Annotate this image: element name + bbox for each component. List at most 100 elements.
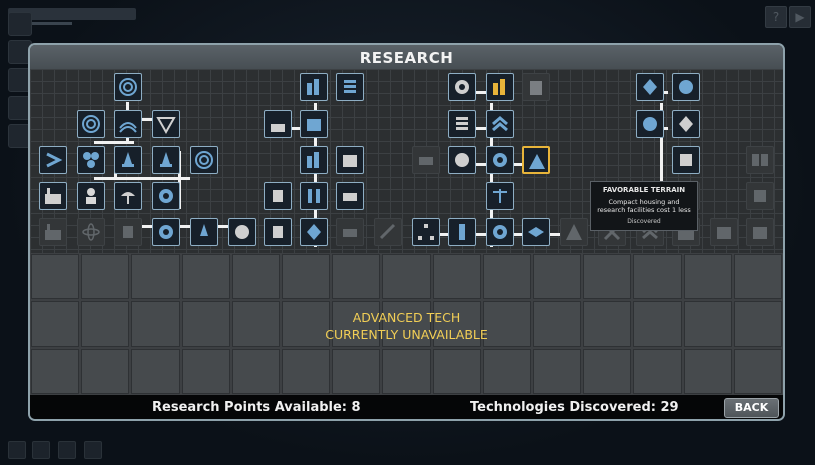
tech-node[interactable] <box>522 218 550 246</box>
tech-node[interactable] <box>300 110 328 138</box>
tech-node[interactable] <box>636 73 664 101</box>
tech-node[interactable] <box>448 110 476 138</box>
tech-node[interactable] <box>152 110 180 138</box>
panel-title: RESEARCH <box>30 45 783 69</box>
tech-node[interactable] <box>77 182 105 210</box>
play-icon[interactable]: ▶ <box>789 6 811 28</box>
tech-node[interactable] <box>448 73 476 101</box>
tech-node[interactable] <box>264 182 292 210</box>
tech-node[interactable] <box>412 146 440 174</box>
tech-node[interactable] <box>300 182 328 210</box>
back-button[interactable]: BACK <box>724 398 779 418</box>
empty-tech-slot <box>31 348 80 394</box>
tech-node[interactable] <box>374 218 402 246</box>
empty-tech-slot <box>81 348 130 394</box>
tech-node[interactable] <box>77 146 105 174</box>
factory-icon <box>45 224 61 240</box>
help-icon[interactable]: ? <box>765 6 787 28</box>
tech-node[interactable] <box>336 146 364 174</box>
mountain-icon <box>529 154 545 169</box>
tech-node[interactable] <box>190 218 218 246</box>
tech-node[interactable] <box>39 146 67 174</box>
tech-node[interactable] <box>486 218 514 246</box>
tech-node[interactable] <box>228 218 256 246</box>
tech-tooltip: FAVORABLE TERRAIN Compact housing and re… <box>590 181 698 231</box>
tech-node[interactable] <box>560 218 588 246</box>
rocket-icon <box>160 152 172 167</box>
tech-node[interactable] <box>264 218 292 246</box>
tech-node[interactable] <box>39 182 67 210</box>
empty-tech-slot <box>382 254 431 300</box>
tech-node[interactable] <box>710 218 738 246</box>
tech-node[interactable] <box>522 73 550 101</box>
tech-node[interactable] <box>486 146 514 174</box>
crystal-icon <box>680 154 692 166</box>
tech-node[interactable] <box>672 146 700 174</box>
tech-node[interactable] <box>746 146 774 174</box>
toolbar-button[interactable] <box>58 441 76 459</box>
side-menu-button[interactable] <box>8 12 32 36</box>
tech-node[interactable] <box>336 73 364 101</box>
toolbar-button[interactable] <box>84 441 102 459</box>
empty-tech-slot <box>733 348 782 394</box>
tech-node[interactable] <box>672 110 700 138</box>
empty-tech-slot <box>282 348 331 394</box>
tech-node[interactable] <box>114 73 142 101</box>
tech-node[interactable] <box>448 218 476 246</box>
empty-tech-slot <box>382 348 431 394</box>
tech-node[interactable] <box>152 146 180 174</box>
tech-node[interactable] <box>636 110 664 138</box>
tech-node[interactable] <box>114 218 142 246</box>
box-icon <box>717 227 731 239</box>
tech-node[interactable] <box>300 146 328 174</box>
tech-node[interactable] <box>448 146 476 174</box>
tech-node[interactable] <box>264 110 292 138</box>
city-icon <box>307 152 319 168</box>
tech-node[interactable] <box>152 182 180 210</box>
gear-icon <box>159 225 173 239</box>
empty-tech-slot <box>683 254 732 300</box>
tech-node[interactable] <box>190 146 218 174</box>
crystal-icon <box>307 224 321 240</box>
empty-tech-slot <box>633 254 682 300</box>
empty-tech-slot <box>131 348 180 394</box>
tech-node[interactable] <box>486 110 514 138</box>
tech-node[interactable] <box>300 218 328 246</box>
box-icon <box>754 190 766 202</box>
tech-node[interactable] <box>114 110 142 138</box>
tech-node[interactable] <box>486 182 514 210</box>
empty-tech-slot <box>231 348 280 394</box>
tech-node[interactable] <box>77 218 105 246</box>
empty-tech-slot <box>482 348 531 394</box>
crystal-icon <box>679 80 693 94</box>
tech-node[interactable] <box>114 146 142 174</box>
tech-node[interactable] <box>39 218 67 246</box>
tech-node[interactable] <box>486 73 514 101</box>
hex-grid-icon <box>343 229 357 237</box>
scales-icon <box>493 189 507 203</box>
tech-node[interactable] <box>746 218 774 246</box>
tech-node[interactable] <box>300 73 328 101</box>
box-icon <box>753 227 767 239</box>
empty-tech-slot <box>181 254 230 300</box>
tech-node[interactable] <box>672 73 700 101</box>
tech-node[interactable] <box>746 182 774 210</box>
factory-icon <box>45 188 61 204</box>
research-points-label: Research Points Available: 8 <box>152 400 361 415</box>
tech-node[interactable] <box>114 182 142 210</box>
toolbar-button[interactable] <box>8 441 26 459</box>
tech-node-selected[interactable] <box>522 146 550 174</box>
tech-node[interactable] <box>336 182 364 210</box>
robot-icon <box>273 190 283 202</box>
tech-node[interactable] <box>412 218 440 246</box>
empty-tech-slot <box>432 254 481 300</box>
tech-node[interactable] <box>152 218 180 246</box>
empty-tech-slot <box>482 254 531 300</box>
toolbar-button[interactable] <box>32 441 50 459</box>
tech-node[interactable] <box>77 110 105 138</box>
empty-tech-slot <box>733 254 782 300</box>
tech-node[interactable] <box>336 218 364 246</box>
empty-tech-slot <box>181 348 230 394</box>
city-icon <box>307 79 319 95</box>
empty-tech-slot <box>533 254 582 300</box>
